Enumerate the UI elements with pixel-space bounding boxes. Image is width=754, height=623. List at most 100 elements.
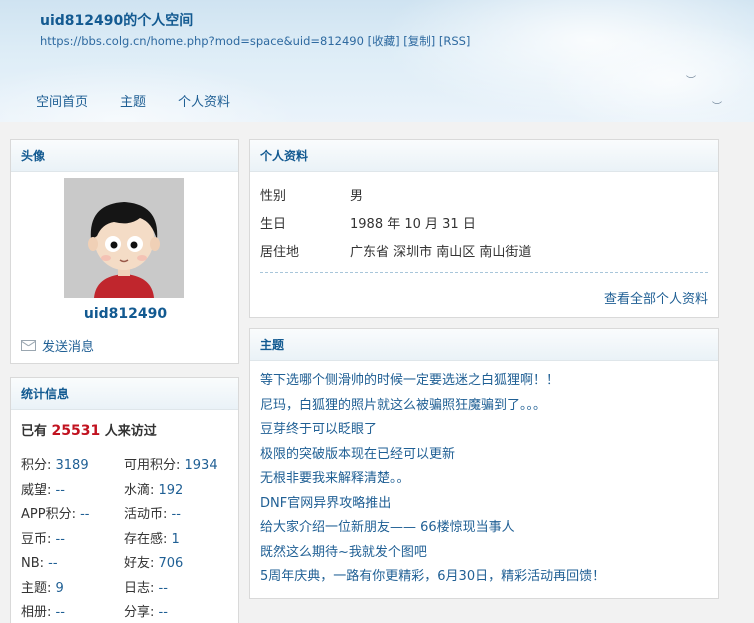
nav-threads[interactable]: 主题: [120, 91, 146, 110]
thread-link[interactable]: 极限的突破版本现在已经可以更新: [260, 443, 605, 468]
nav-profile[interactable]: 个人资料: [178, 91, 230, 110]
thread-link[interactable]: 豆芽终于可以眨眼了: [260, 418, 605, 443]
bird-decoration: ︶: [712, 102, 722, 113]
stat-item: 可用积分: 1934: [124, 454, 227, 479]
bird-decoration: ︶: [686, 76, 696, 87]
avatar-username[interactable]: uid812490: [11, 306, 240, 322]
stat-item: 威望: --: [21, 479, 124, 504]
stat-label: 威望:: [21, 482, 56, 498]
dashed-divider: [260, 272, 708, 273]
space-url-line: https://bbs.colg.cn/home.php?mod=space&u…: [40, 33, 470, 49]
stat-item: 好友: 706: [124, 552, 227, 577]
stat-item: APP积分: --: [21, 503, 124, 528]
visits-count-line: 已有 25531 人来访过: [21, 420, 157, 439]
panel-title: 个人资料: [250, 140, 718, 172]
thread-list: 等下选哪个侧滑帅的时候一定要选迷之白狐狸啊！！ 尼玛，白狐狸的照片就这么被骗照狂…: [260, 369, 605, 590]
send-message-label: 发送消息: [42, 340, 95, 355]
profile-field-label: 生日: [260, 217, 287, 232]
stat-value[interactable]: 192: [159, 483, 184, 498]
favorite-link[interactable]: [收藏]: [368, 34, 400, 48]
stat-label: 水滴:: [124, 482, 159, 498]
stat-item: NB: --: [21, 552, 124, 577]
profile-field-label: 居住地: [260, 245, 300, 260]
thread-link[interactable]: 既然这么期待~我就发个图吧: [260, 541, 605, 566]
thread-link[interactable]: 等下选哪个侧滑帅的时候一定要选迷之白狐狸啊！！: [260, 369, 605, 394]
profile-field-gender: 性别 男: [260, 185, 363, 204]
profile-panel: 个人资料 性别 男 生日 1988 年 10 月 31 日 居住地 广东省 深圳…: [249, 139, 719, 318]
stat-value[interactable]: 3189: [56, 458, 89, 473]
stat-value[interactable]: --: [80, 507, 89, 522]
stat-row: 豆币: -- 存在感: 1: [21, 528, 236, 553]
profile-field-value: 广东省 深圳市 南山区 南山街道: [350, 245, 532, 260]
space-title[interactable]: uid812490的个人空间: [40, 10, 193, 30]
profile-field-value: 男: [350, 189, 364, 204]
stat-label: 存在感:: [124, 531, 172, 547]
stat-label: 主题:: [21, 580, 56, 596]
visits-suffix: 人来访过: [104, 424, 157, 439]
panel-title: 头像: [11, 140, 238, 172]
stat-row: NB: -- 好友: 706: [21, 552, 236, 577]
stat-value[interactable]: --: [172, 507, 181, 522]
stat-item: 存在感: 1: [124, 528, 227, 553]
stat-item: 活动币: --: [124, 503, 227, 528]
stat-value[interactable]: --: [48, 556, 57, 571]
stat-item: 豆币: --: [21, 528, 124, 553]
send-message-button[interactable]: 发送消息: [21, 336, 94, 355]
stat-label: APP积分:: [21, 507, 81, 522]
profile-field-value: 1988 年 10 月 31 日: [350, 217, 476, 232]
stat-label: 好友:: [124, 556, 159, 571]
avatar-panel: 头像 uid812490 发送消息: [10, 139, 239, 364]
stat-label: 分享:: [124, 605, 159, 620]
stat-item: 积分: 3189: [21, 454, 124, 479]
panel-title: 统计信息: [11, 378, 238, 410]
visits-count: 25531: [51, 423, 101, 439]
avatar-cartoon-image: [64, 178, 184, 298]
stat-row: 积分: 3189 可用积分: 1934: [21, 454, 236, 479]
stat-label: 豆币:: [21, 531, 56, 547]
stat-label: 积分:: [21, 458, 56, 473]
stat-row: 威望: -- 水滴: 192: [21, 479, 236, 504]
thread-link[interactable]: 尼玛，白狐狸的照片就这么被骗照狂魔骗到了。。。: [260, 394, 605, 419]
stat-value[interactable]: --: [159, 581, 168, 596]
panel-title: 主题: [250, 329, 718, 361]
stat-row: 相册: -- 分享: --: [21, 601, 236, 623]
stat-item: 水滴: 192: [124, 479, 227, 504]
stat-value[interactable]: --: [159, 605, 168, 620]
stat-value[interactable]: 9: [56, 581, 64, 596]
stat-label: 日志:: [124, 580, 159, 596]
thread-link[interactable]: 给大家介绍一位新朋友—— 66楼惊现当事人: [260, 516, 605, 541]
space-nav: 空间首页 主题 个人资料: [36, 91, 262, 110]
stat-label: NB:: [21, 556, 49, 571]
stats-grid: 积分: 3189 可用积分: 1934 威望: -- 水滴: 192 APP积分…: [21, 454, 236, 623]
stat-value[interactable]: 1934: [185, 458, 218, 473]
stat-label: 可用积分:: [124, 458, 185, 473]
view-all-profile-link[interactable]: 查看全部个人资料: [604, 288, 708, 307]
avatar[interactable]: [64, 178, 184, 298]
stat-item: 日志: --: [124, 577, 227, 602]
stat-label: 相册:: [21, 605, 56, 620]
stat-label: 活动币:: [124, 507, 172, 522]
stat-item: 分享: --: [124, 601, 227, 623]
profile-field-residence: 居住地 广东省 深圳市 南山区 南山街道: [260, 241, 531, 260]
stat-item: 主题: 9: [21, 577, 124, 602]
stat-value[interactable]: --: [56, 532, 65, 547]
stat-row: APP积分: -- 活动币: --: [21, 503, 236, 528]
stat-item: 相册: --: [21, 601, 124, 623]
profile-field-label: 性别: [260, 189, 287, 204]
stat-value[interactable]: 1: [172, 532, 180, 547]
stat-value[interactable]: 706: [159, 556, 184, 571]
envelope-icon: [21, 340, 36, 351]
profile-field-birthday: 生日 1988 年 10 月 31 日: [260, 213, 476, 232]
stat-value[interactable]: --: [56, 483, 65, 498]
space-url[interactable]: https://bbs.colg.cn/home.php?mod=space&u…: [40, 34, 364, 48]
space-header: ︶ ︶ uid812490的个人空间 https://bbs.colg.cn/h…: [0, 0, 754, 122]
thread-link[interactable]: 无根非要我来解释清楚。。: [260, 467, 605, 492]
rss-link[interactable]: [RSS]: [439, 34, 471, 48]
thread-link[interactable]: DNF官网异界攻略推出: [260, 492, 605, 517]
visits-prefix: 已有: [21, 424, 48, 439]
thread-link[interactable]: 5周年庆典，一路有你更精彩，6月30日，精彩活动再回馈！: [260, 565, 605, 590]
copy-link[interactable]: [复制]: [403, 34, 435, 48]
nav-space-home[interactable]: 空间首页: [36, 91, 88, 110]
stat-value[interactable]: --: [56, 605, 65, 620]
stats-panel: 统计信息 已有 25531 人来访过 积分: 3189 可用积分: 1934 威…: [10, 377, 239, 623]
